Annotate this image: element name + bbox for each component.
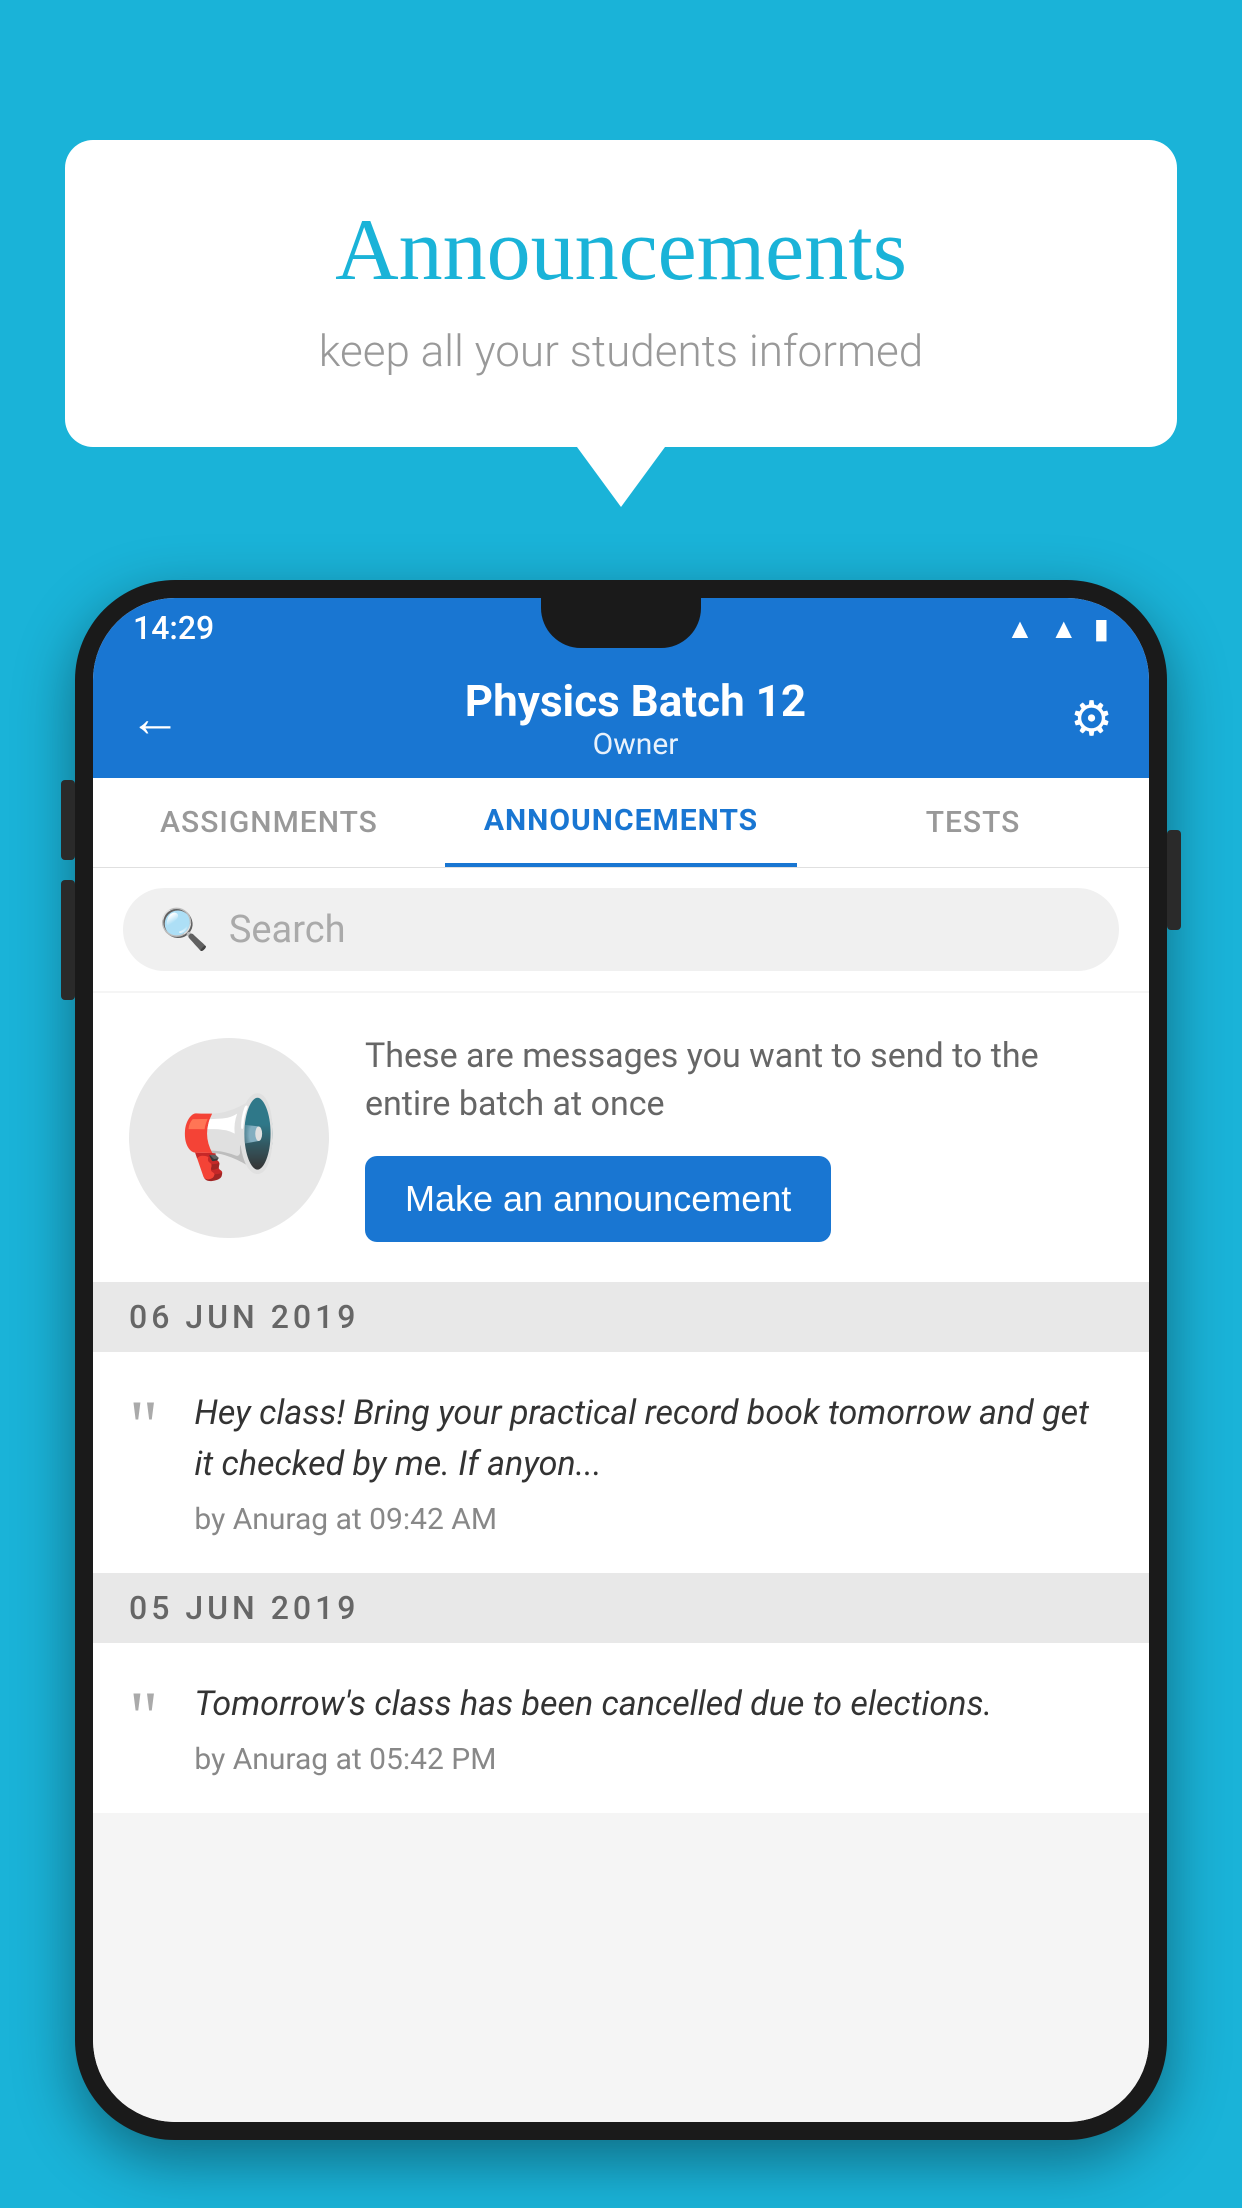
speech-bubble: Announcements keep all your students inf… [65, 140, 1177, 447]
search-icon: 🔍 [159, 906, 209, 953]
quote-icon-1: " [129, 1398, 158, 1456]
volume-up-button [61, 780, 75, 860]
speech-bubble-title: Announcements [145, 200, 1097, 301]
battery-icon: ▮ [1094, 612, 1109, 645]
power-button [1167, 830, 1181, 930]
megaphone-icon: 📢 [179, 1091, 279, 1185]
announcement-author-2: by Anurag at 05:42 PM [194, 1742, 1113, 1777]
phone-notch [541, 598, 701, 648]
volume-down-button [61, 880, 75, 1000]
app-bar-title: Physics Batch 12 [201, 675, 1070, 727]
promo-icon-circle: 📢 [129, 1038, 329, 1238]
app-bar-title-block: Physics Batch 12 Owner [201, 675, 1070, 762]
search-bar[interactable]: 🔍 Search [123, 888, 1119, 971]
tab-tests[interactable]: TESTS [797, 778, 1149, 867]
promo-description: These are messages you want to send to t… [365, 1033, 1113, 1128]
back-button[interactable]: ← [129, 688, 181, 749]
announcement-item-1: " Hey class! Bring your practical record… [93, 1352, 1149, 1573]
speech-bubble-section: Announcements keep all your students inf… [65, 140, 1177, 507]
date-separator-1: 06 JUN 2019 [93, 1282, 1149, 1352]
search-bar-container: 🔍 Search [93, 868, 1149, 991]
tabs-bar: ASSIGNMENTS ANNOUNCEMENTS TESTS [93, 778, 1149, 868]
quote-icon-2: " [129, 1689, 158, 1747]
tab-assignments[interactable]: ASSIGNMENTS [93, 778, 445, 867]
announcement-text-1: Hey class! Bring your practical record b… [194, 1388, 1113, 1490]
phone-mockup: 14:29 ▲ ▲ ▮ ← Physics Batch 12 Owner ⚙ [75, 580, 1167, 2208]
announcement-text-2: Tomorrow's class has been cancelled due … [194, 1679, 1113, 1730]
app-bar-subtitle: Owner [201, 727, 1070, 762]
make-announcement-button[interactable]: Make an announcement [365, 1156, 831, 1242]
status-icons: ▲ ▲ ▮ [1006, 612, 1109, 645]
search-placeholder: Search [229, 908, 346, 952]
announcement-content-2: Tomorrow's class has been cancelled due … [194, 1679, 1113, 1777]
settings-button[interactable]: ⚙ [1070, 690, 1113, 747]
promo-card: 📢 These are messages you want to send to… [93, 993, 1149, 1282]
wifi-icon: ▲ [1006, 612, 1034, 645]
speech-bubble-arrow [577, 447, 665, 507]
speech-bubble-subtitle: keep all your students informed [145, 325, 1097, 377]
content-area: 🔍 Search 📢 These are messages you want t… [93, 868, 1149, 2122]
signal-icon: ▲ [1050, 612, 1078, 645]
promo-content: These are messages you want to send to t… [365, 1033, 1113, 1242]
app-bar: ← Physics Batch 12 Owner ⚙ [93, 658, 1149, 778]
status-time: 14:29 [133, 609, 214, 647]
announcement-content-1: Hey class! Bring your practical record b… [194, 1388, 1113, 1537]
announcement-author-1: by Anurag at 09:42 AM [194, 1502, 1113, 1537]
phone-screen: 14:29 ▲ ▲ ▮ ← Physics Batch 12 Owner ⚙ [93, 598, 1149, 2122]
phone-outer: 14:29 ▲ ▲ ▮ ← Physics Batch 12 Owner ⚙ [75, 580, 1167, 2140]
announcement-item-2: " Tomorrow's class has been cancelled du… [93, 1643, 1149, 1813]
date-separator-2: 05 JUN 2019 [93, 1573, 1149, 1643]
tab-announcements[interactable]: ANNOUNCEMENTS [445, 778, 797, 867]
